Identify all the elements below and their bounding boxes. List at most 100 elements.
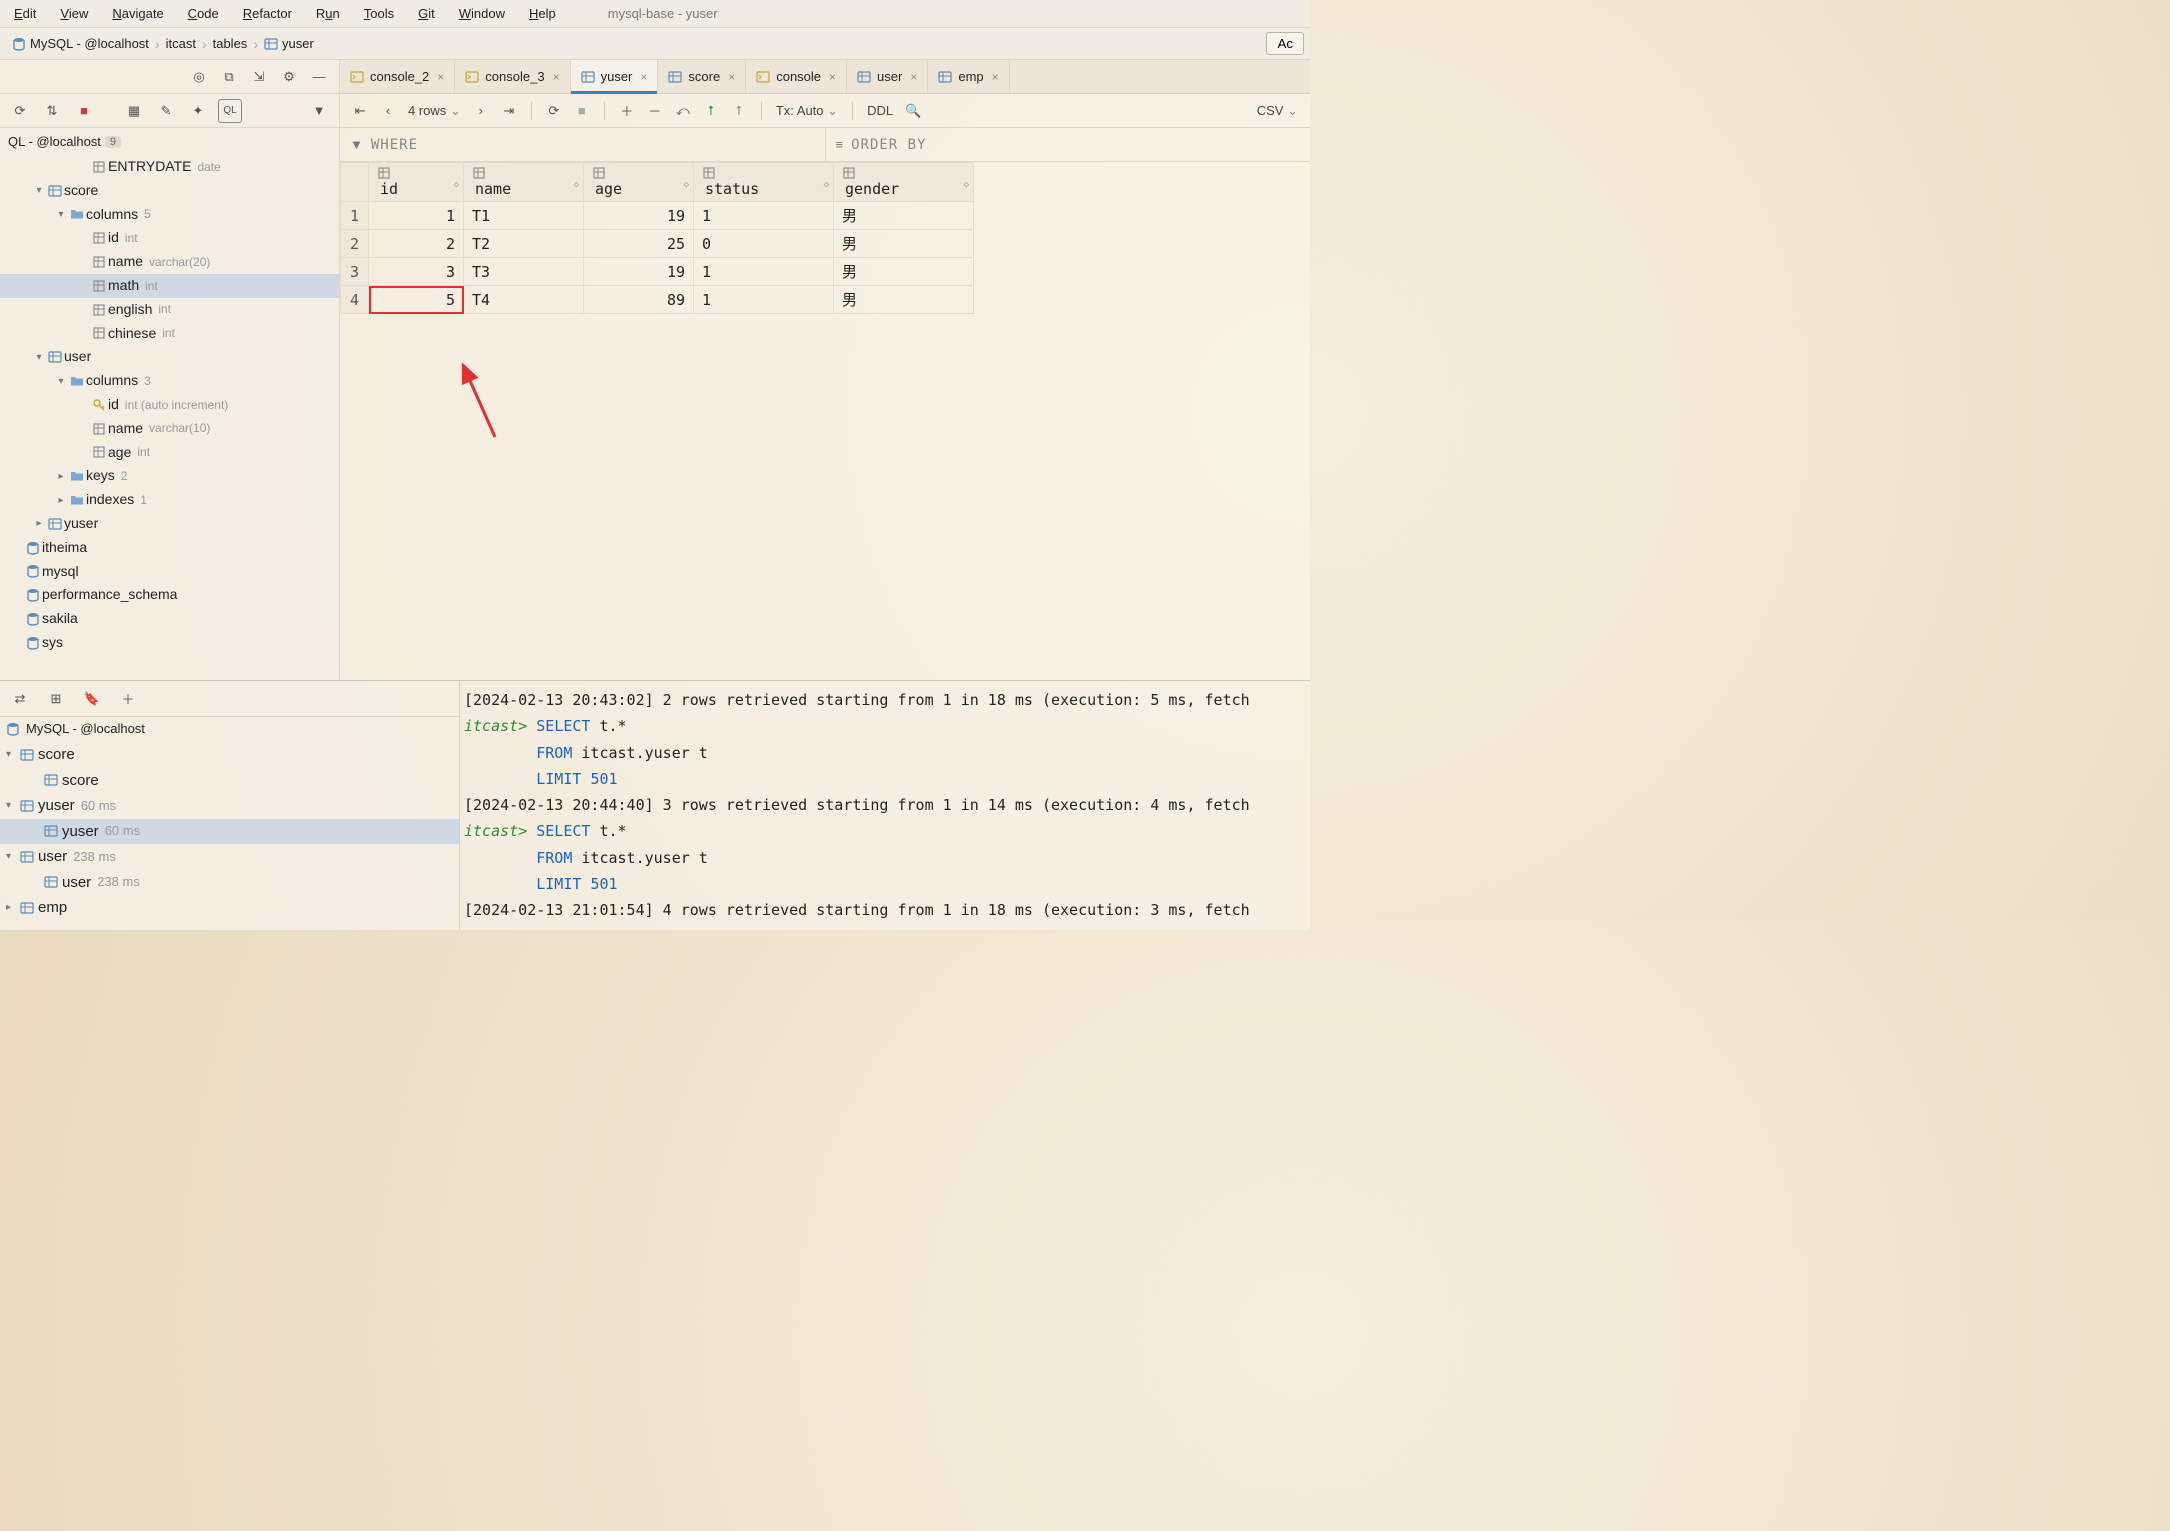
menu-tools[interactable]: Tools <box>352 2 406 25</box>
pin-icon[interactable]: ✦ <box>186 99 210 123</box>
toolbar-action-button[interactable]: Ac <box>1266 32 1304 55</box>
tree-node-performance_schema[interactable]: performance_schema <box>0 583 339 607</box>
service-node-user[interactable]: user238 ms <box>0 870 459 896</box>
cell-age[interactable]: 89 <box>584 286 694 314</box>
where-filter[interactable]: ▼ WHERE <box>340 128 826 161</box>
close-icon[interactable]: × <box>640 70 647 84</box>
commit-icon[interactable]: ⭡ <box>699 99 723 123</box>
first-page-icon[interactable]: ⇤ <box>348 99 372 123</box>
tab-user[interactable]: user× <box>847 60 928 93</box>
cell-status[interactable]: 1 <box>694 258 834 286</box>
tab-console_3[interactable]: console_3× <box>455 60 570 93</box>
col-header-gender[interactable]: gender◇ <box>834 163 974 202</box>
service-node-yuser[interactable]: yuser60 ms <box>0 819 459 845</box>
tree-node-math[interactable]: mathint <box>0 274 339 298</box>
last-page-icon[interactable]: ⇥ <box>497 99 521 123</box>
cell-name[interactable]: T4 <box>464 286 584 314</box>
tree-node-age[interactable]: ageint <box>0 441 339 465</box>
sort-icon[interactable]: ◇ <box>574 180 579 190</box>
cell-age[interactable]: 25 <box>584 230 694 258</box>
edit-icon[interactable]: ✎ <box>154 99 178 123</box>
database-tree[interactable]: ENTRYDATEdate▾score▾columns5idintnamevar… <box>0 155 339 680</box>
close-icon[interactable]: × <box>910 70 917 84</box>
add-icon[interactable]: ＋ <box>116 687 140 711</box>
cell-gender[interactable]: 男 <box>834 258 974 286</box>
close-icon[interactable]: × <box>437 70 444 84</box>
crumb-tables[interactable]: tables <box>213 36 248 51</box>
cell-id[interactable]: 1 <box>369 202 464 230</box>
cell-age[interactable]: 19 <box>584 258 694 286</box>
data-row[interactable]: 22T2250男 <box>341 230 974 258</box>
tree-node-english[interactable]: englishint <box>0 298 339 322</box>
cell-gender[interactable]: 男 <box>834 230 974 258</box>
cell-name[interactable]: T2 <box>464 230 584 258</box>
tab-console_2[interactable]: console_2× <box>340 60 455 93</box>
grid-icon[interactable]: ▦ <box>122 99 146 123</box>
cell-name[interactable]: T1 <box>464 202 584 230</box>
cell-gender[interactable]: 男 <box>834 202 974 230</box>
stop-query-icon[interactable]: ■ <box>570 99 594 123</box>
menu-run[interactable]: Run <box>304 2 352 25</box>
console-output[interactable]: [2024-02-13 20:43:02] 2 rows retrieved s… <box>460 681 1310 930</box>
sql-icon[interactable]: QL <box>218 99 242 123</box>
sort-icon[interactable]: ◇ <box>824 180 829 190</box>
tree-node-itheima[interactable]: itheima <box>0 536 339 560</box>
crumb-schema[interactable]: itcast <box>166 36 196 51</box>
tree-node-score[interactable]: ▾score <box>0 179 339 203</box>
cell-status[interactable]: 1 <box>694 202 834 230</box>
cell-id[interactable]: 5 <box>369 286 464 314</box>
col-header-name[interactable]: name◇ <box>464 163 584 202</box>
tree-node-entrydate[interactable]: ENTRYDATEdate <box>0 155 339 179</box>
service-node-emp[interactable]: ▸emp <box>0 895 459 921</box>
stop-icon[interactable]: ■ <box>72 99 96 123</box>
orderby-filter[interactable]: ≡ ORDER BY <box>826 128 1311 161</box>
menu-edit[interactable]: Edit <box>2 2 48 25</box>
close-icon[interactable]: × <box>992 70 999 84</box>
layout-icon[interactable]: ⇄ <box>8 687 32 711</box>
sync-icon[interactable]: ⇅ <box>40 99 64 123</box>
service-node-score[interactable]: score <box>0 768 459 794</box>
tree-node-name[interactable]: namevarchar(20) <box>0 250 339 274</box>
cell-status[interactable]: 1 <box>694 286 834 314</box>
row-count-label[interactable]: 4 rows ⌄ <box>404 103 465 119</box>
menu-refactor[interactable]: Refactor <box>231 2 304 25</box>
sidebar-connection-title[interactable]: QL - @localhost 9 <box>0 128 339 155</box>
refresh-icon[interactable]: ⟳ <box>8 99 32 123</box>
menu-navigate[interactable]: Navigate <box>100 2 175 25</box>
target-icon[interactable]: ◎ <box>187 65 211 89</box>
menu-view[interactable]: View <box>48 2 100 25</box>
upload-icon[interactable]: ⭡ <box>727 99 751 123</box>
col-header-age[interactable]: age◇ <box>584 163 694 202</box>
export-format[interactable]: CSV ⌄ <box>1253 103 1302 119</box>
cell-age[interactable]: 19 <box>584 202 694 230</box>
tree-node-id[interactable]: idint <box>0 226 339 250</box>
hide-icon[interactable]: — <box>307 65 331 89</box>
service-node-user[interactable]: ▾user238 ms <box>0 844 459 870</box>
filter-toggle-icon[interactable]: ⧉ <box>217 65 241 89</box>
reload-icon[interactable]: ⟳ <box>542 99 566 123</box>
sort-icon[interactable]: ◇ <box>454 180 459 190</box>
tab-score[interactable]: score× <box>658 60 746 93</box>
close-icon[interactable]: × <box>553 70 560 84</box>
tree-node-sakila[interactable]: sakila <box>0 607 339 631</box>
gear-icon[interactable]: ⚙ <box>277 65 301 89</box>
tree-node-id[interactable]: idint (auto increment) <box>0 393 339 417</box>
tree-node-mysql[interactable]: mysql <box>0 560 339 584</box>
bookmark-icon[interactable]: 🔖 <box>80 687 104 711</box>
collapse-icon[interactable]: ⇲ <box>247 65 271 89</box>
services-root[interactable]: MySQL - @localhost <box>0 717 459 740</box>
menu-window[interactable]: Window <box>447 2 517 25</box>
col-header-id[interactable]: id◇ <box>369 163 464 202</box>
tab-console[interactable]: console× <box>746 60 847 93</box>
next-page-icon[interactable]: › <box>469 99 493 123</box>
menu-code[interactable]: Code <box>176 2 231 25</box>
data-grid[interactable]: id◇name◇age◇status◇gender◇11T1191男22T225… <box>340 162 1310 314</box>
tx-mode[interactable]: Tx: Auto ⌄ <box>772 103 842 119</box>
cell-name[interactable]: T3 <box>464 258 584 286</box>
search-icon[interactable]: 🔍 <box>901 99 925 123</box>
add-row-icon[interactable]: ＋ <box>615 99 639 123</box>
tree-node-indexes[interactable]: ▸indexes1 <box>0 488 339 512</box>
tree-node-columns[interactable]: ▾columns3 <box>0 369 339 393</box>
group-icon[interactable]: ⊞ <box>44 687 68 711</box>
close-icon[interactable]: × <box>728 70 735 84</box>
